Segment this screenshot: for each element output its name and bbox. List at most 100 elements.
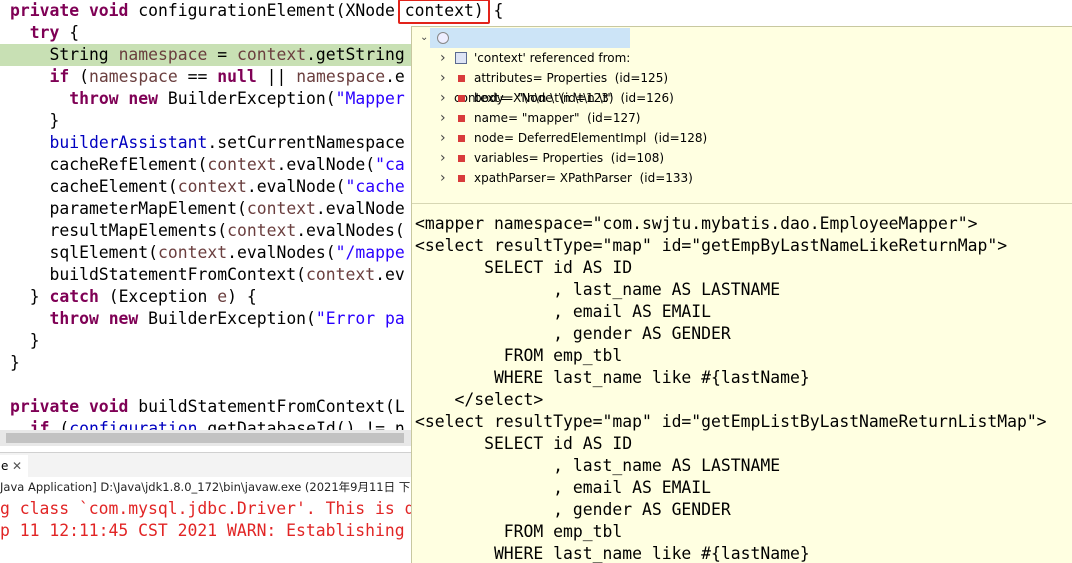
- code-line: sqlElement(context.evalNodes("/mappe: [10, 242, 405, 264]
- chevron-right-icon[interactable]: ›: [440, 108, 446, 128]
- xml-line: , email AS EMAIL: [415, 478, 712, 497]
- tree-child-row[interactable]: › body= "\n\n \t\n \t\n \t" (id=126): [412, 88, 1072, 108]
- field-icon: [458, 75, 465, 82]
- chevron-right-icon[interactable]: ›: [440, 168, 446, 188]
- code-token: String: [10, 45, 119, 64]
- code-line: if (namespace == null || namespace.e: [10, 66, 405, 88]
- code-line: buildStatementFromContext(context.ev: [10, 264, 405, 286]
- code-line: }: [10, 352, 20, 374]
- code-token: context: [236, 45, 307, 64]
- code-token: "/mappe: [335, 243, 405, 262]
- code-token: }: [10, 287, 50, 306]
- tree-child-row[interactable]: › attributes= Properties (id=125): [412, 68, 1072, 88]
- chevron-right-icon[interactable]: ›: [440, 68, 446, 88]
- field-icon: [458, 115, 465, 122]
- xml-line: <mapper namespace="com.swjtu.mybatis.dao…: [415, 214, 978, 233]
- code-line: parameterMapElement(context.evalNode: [10, 198, 405, 220]
- chevron-right-icon[interactable]: ›: [440, 88, 446, 108]
- code-token: context: [306, 265, 376, 284]
- code-line: throw new BuilderException("Mapper: [10, 88, 405, 110]
- xml-details-pane: <mapper namespace="com.swjtu.mybatis.dao…: [412, 213, 1072, 563]
- xml-line: WHERE last_name like #{lastName}: [415, 544, 810, 563]
- code-token: BuilderException(: [138, 309, 316, 328]
- code-token: builderAssistant: [49, 133, 208, 152]
- code-token: throw new: [49, 309, 139, 328]
- code-token: .getString: [306, 45, 405, 64]
- field-icon: [458, 155, 465, 162]
- console-line: g class `com.mysql.jdbc.Driver'. This is…: [0, 499, 412, 518]
- code-token: cacheElement(: [10, 177, 178, 196]
- console-tab-label: e: [1, 459, 9, 473]
- tree-child-row[interactable]: › name= "mapper" (id=127): [412, 108, 1072, 128]
- tree-child-label: attributes= Properties (id=125): [474, 71, 669, 85]
- tree-child-row[interactable]: › variables= Properties (id=108): [412, 148, 1072, 168]
- code-line: cacheRefElement(context.evalNode("ca: [10, 154, 405, 176]
- field-icon: [458, 95, 465, 102]
- code-token: private void: [10, 397, 139, 416]
- code-token: ) {: [227, 287, 257, 306]
- tree-child-label: xpathParser= XPathParser (id=133): [474, 171, 693, 185]
- xml-line: , email AS EMAIL: [415, 302, 712, 321]
- xml-line: FROM emp_tbl: [415, 346, 623, 365]
- code-token: buildStatementFromContext(: [10, 265, 307, 284]
- code-line: }: [10, 330, 40, 352]
- chevron-down-icon[interactable]: ⌄: [420, 28, 428, 48]
- code-token: .setCurrentNamespace: [207, 133, 405, 152]
- code-token: "cache: [345, 177, 405, 196]
- code-token: "Error pa: [315, 309, 405, 328]
- editor-horizontal-scrollbar[interactable]: [0, 430, 412, 446]
- code-token: .evalNode(: [246, 177, 346, 196]
- code-token: catch: [49, 287, 99, 306]
- tree-root[interactable]: ⌄ context= XNode (id=123): [412, 28, 1072, 105]
- code-token: null: [217, 67, 257, 86]
- code-token: context: [158, 243, 228, 262]
- code-token: context: [177, 177, 247, 196]
- code-token: .e: [385, 67, 405, 86]
- code-token: e: [217, 287, 228, 306]
- context-highlight-box: [398, 0, 490, 24]
- chevron-right-icon[interactable]: ›: [440, 148, 446, 168]
- code-token: private void: [10, 1, 139, 20]
- code-token: .evalNode(: [276, 155, 376, 174]
- tree-child-label: 'context' referenced from:: [474, 51, 631, 65]
- code-token: .evalNode: [315, 199, 405, 218]
- debug-inspect-popup[interactable]: ⌄ context= XNode (id=123) › 'context' ref…: [411, 26, 1072, 563]
- tree-child-row[interactable]: › node= DeferredElementImpl (id=128): [412, 128, 1072, 148]
- chevron-right-icon[interactable]: ›: [440, 48, 446, 68]
- variable-tree[interactable]: ⌄ context= XNode (id=123) › 'context' ref…: [412, 27, 1072, 197]
- tree-child-row[interactable]: › 'context' referenced from:: [412, 48, 1072, 68]
- code-line: builderAssistant.setCurrentNamespace: [10, 132, 405, 154]
- chevron-right-icon[interactable]: ›: [440, 128, 446, 148]
- code-token: =: [207, 45, 237, 64]
- tree-child-label: node= DeferredElementImpl (id=128): [474, 131, 708, 145]
- scrollbar-thumb[interactable]: [6, 433, 404, 443]
- code-token: context: [227, 221, 297, 240]
- code-token: context: [246, 199, 316, 218]
- code-token: "ca: [375, 155, 405, 174]
- code-line: String namespace = context.getString: [10, 44, 405, 66]
- xml-line: </select>: [415, 390, 544, 409]
- code-token: ||: [256, 67, 297, 86]
- code-token: (: [69, 67, 89, 86]
- reference-icon: [455, 52, 467, 64]
- code-token: sqlElement(: [10, 243, 159, 262]
- code-token: .ev: [375, 265, 405, 284]
- close-icon[interactable]: ✕: [12, 455, 22, 477]
- code-token: if: [49, 67, 70, 86]
- xml-line: FROM emp_tbl: [415, 522, 623, 541]
- code-token: throw new: [69, 89, 159, 108]
- code-token: cacheRefElement(: [10, 155, 208, 174]
- tree-child-row[interactable]: › xpathParser= XPathParser (id=133): [412, 168, 1072, 188]
- tree-child-label: name= "mapper" (id=127): [474, 111, 641, 125]
- console-tab[interactable]: e ✕: [0, 455, 28, 477]
- code-token: }: [10, 331, 40, 350]
- code-token: (Exception: [98, 287, 218, 306]
- code-token: ==: [177, 67, 218, 86]
- xml-line: , last_name AS LASTNAME: [415, 280, 781, 299]
- code-token: configurationElement(XNode: [138, 1, 405, 20]
- xml-line: SELECT id AS ID: [415, 258, 633, 277]
